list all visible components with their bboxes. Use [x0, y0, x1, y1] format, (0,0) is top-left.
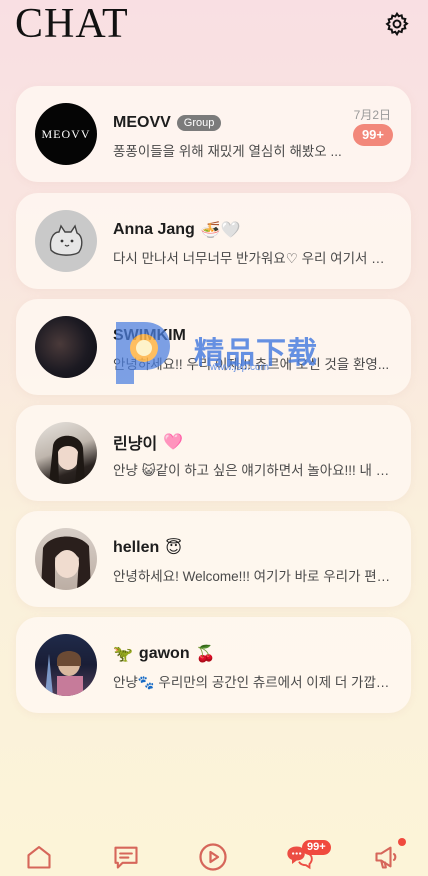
chat-preview: 안녕하세요! Welcome!!! 여기가 바로 우리가 편안...: [113, 569, 393, 584]
avatar: [35, 422, 97, 484]
name-emoji: 🍒: [195, 646, 216, 663]
header: CHAT: [0, 0, 428, 60]
chat-name: hellen: [113, 539, 160, 556]
chat-item[interactable]: Anna Jang 🍜🤍 다시 만나서 너무너무 반가워요♡ 우리 여기서 많.…: [16, 193, 411, 289]
tab-chat-list[interactable]: [111, 842, 141, 872]
chat-name: Anna Jang: [113, 221, 195, 238]
person-photo-icon: [49, 435, 85, 484]
chat-item[interactable]: 🦖 gawon 🍒 안냥🐾 우리만의 공간인 츄르에서 이제 더 가깝고,...: [16, 617, 411, 713]
name-emoji-prefix: 🦖: [113, 646, 133, 663]
cat-drawing-icon: [49, 224, 83, 256]
chat-list-icon: [114, 846, 138, 869]
chat-date: 7月2日: [353, 108, 391, 122]
avatar: [35, 634, 97, 696]
chat-tab-badge: 99+: [302, 840, 331, 855]
chat-name-row: hellen 😇: [113, 537, 182, 559]
tab-play[interactable]: [198, 842, 228, 872]
person-photo-icon: [45, 651, 83, 696]
unread-badge: 99+: [352, 124, 393, 146]
group-badge: Group: [176, 115, 222, 131]
tab-home[interactable]: [24, 842, 54, 872]
chat-name: gawon: [138, 645, 190, 662]
watermark-url: www.j9p.com: [210, 362, 269, 373]
chat-item[interactable]: 린냥이 🩷 안냥 😺같이 하고 싶은 얘기하면서 놀아요!!! 내 일...: [16, 405, 411, 501]
megaphone-icon: [375, 846, 397, 869]
chat-name-row: Anna Jang 🍜🤍: [113, 219, 241, 241]
play-icon: [199, 843, 227, 871]
avatar: [35, 528, 97, 590]
chat-preview: 퐁퐁이들을 위해 재밌게 열심히 해봤오 ...: [113, 144, 342, 159]
notification-dot: [398, 838, 406, 846]
tab-announcements[interactable]: [372, 842, 402, 872]
chat-item[interactable]: hellen 😇 안녕하세요! Welcome!!! 여기가 바로 우리가 편안…: [16, 511, 411, 607]
name-emoji: 😇: [165, 540, 182, 557]
watermark: 精品下载 www.j9p.com: [108, 318, 338, 388]
chat-name: 린냥이: [113, 436, 158, 453]
name-emoji: 🩷: [163, 434, 184, 451]
chat-preview: 안냥🐾 우리만의 공간인 츄르에서 이제 더 가깝고,...: [113, 675, 393, 690]
page-title: CHAT: [15, 1, 129, 47]
person-photo-icon: [41, 536, 91, 590]
bottom-tab-bar: [0, 836, 428, 876]
chat-item[interactable]: MEOVV MEOVV Group 퐁퐁이들을 위해 재밌게 열심히 해봤오 .…: [16, 86, 411, 182]
chat-name-row: MEOVV Group: [113, 112, 222, 134]
avatar: [35, 210, 97, 272]
settings-button[interactable]: [382, 9, 412, 39]
gear-icon: [385, 11, 409, 37]
chat-name: MEOVV: [113, 114, 171, 131]
avatar-logo-text: MEOVV: [41, 126, 91, 141]
home-icon: [27, 846, 51, 869]
chat-preview: 안냥 😺같이 하고 싶은 얘기하면서 놀아요!!! 내 일...: [113, 463, 393, 478]
watermark-logo-icon: [116, 322, 170, 384]
avatar: MEOVV: [35, 103, 97, 165]
chat-name-row: 🦖 gawon 🍒: [113, 643, 216, 665]
chat-preview: 다시 만나서 너무너무 반가워요♡ 우리 여기서 많...: [113, 251, 393, 266]
chat-name-row: 린냥이 🩷: [113, 431, 183, 453]
name-emoji: 🍜🤍: [200, 222, 241, 239]
avatar: [35, 316, 97, 378]
